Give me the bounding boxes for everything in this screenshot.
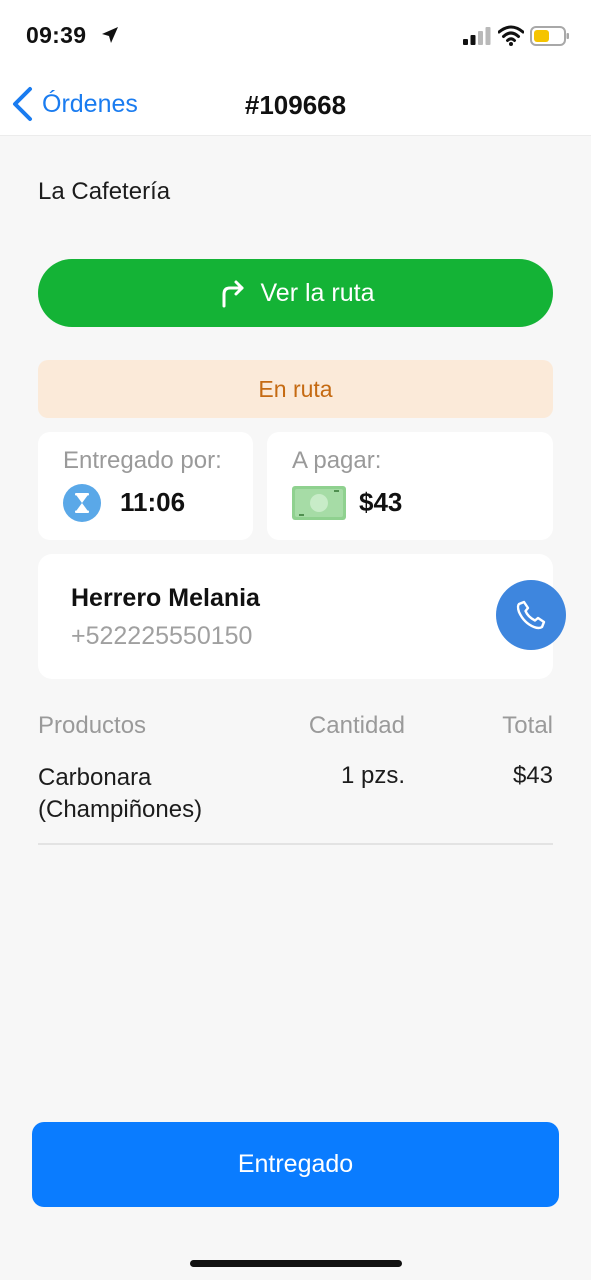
order-status-banner: En ruta: [38, 360, 553, 418]
navigation-bar: Órdenes #109668: [0, 70, 591, 136]
turn-right-arrow-icon: [222, 280, 244, 308]
header-products: Productos: [38, 712, 147, 739]
mark-delivered-button[interactable]: Entregado: [32, 1122, 559, 1207]
customer-phone[interactable]: +522225550150: [71, 622, 252, 651]
customer-card: Herrero Melania +522225550150: [38, 554, 553, 679]
product-total: $43: [512, 762, 553, 789]
store-name: La Cafetería: [38, 178, 171, 205]
delivery-label: Entregado por:: [63, 447, 222, 474]
signal-icon: [463, 27, 491, 45]
location-arrow-icon: [102, 27, 118, 43]
products-table-header: Productos Cantidad Total: [38, 712, 553, 742]
order-status-label: En ruta: [258, 375, 333, 402]
payment-label: A pagar:: [292, 447, 382, 474]
product-name: Carbonara (Champiñones): [38, 764, 203, 823]
payment-amount: $43: [359, 487, 403, 517]
payment-card: A pagar: $43: [267, 432, 553, 540]
delivery-time-card: Entregado por: 11:06: [38, 432, 253, 540]
cash-icon: [292, 486, 346, 520]
battery-icon: [530, 26, 569, 46]
delivery-time: 11:06: [120, 487, 186, 517]
call-button[interactable]: [496, 580, 566, 650]
view-route-button[interactable]: Ver la ruta: [38, 259, 553, 327]
status-time: 09:39: [26, 22, 87, 48]
page-title: #109668: [244, 90, 347, 120]
order-detail-screen: 09:39 Órdenes #109668 La Cafetería Ver l…: [0, 0, 591, 1280]
wifi-icon: [498, 25, 524, 46]
status-bar: 09:39: [0, 0, 591, 70]
customer-name: Herrero Melania: [71, 584, 260, 612]
divider: [38, 843, 553, 845]
hourglass-icon: [63, 484, 101, 522]
view-route-label: Ver la ruta: [260, 278, 375, 307]
home-indicator: [190, 1260, 402, 1267]
header-total: Total: [502, 712, 553, 739]
product-quantity: 1 pzs.: [340, 762, 405, 789]
header-quantity: Cantidad: [308, 712, 405, 739]
table-row: Carbonara (Champiñones) 1 pzs. $43: [38, 762, 553, 826]
mark-delivered-label: Entregado: [237, 1150, 354, 1178]
phone-icon: [516, 600, 546, 630]
